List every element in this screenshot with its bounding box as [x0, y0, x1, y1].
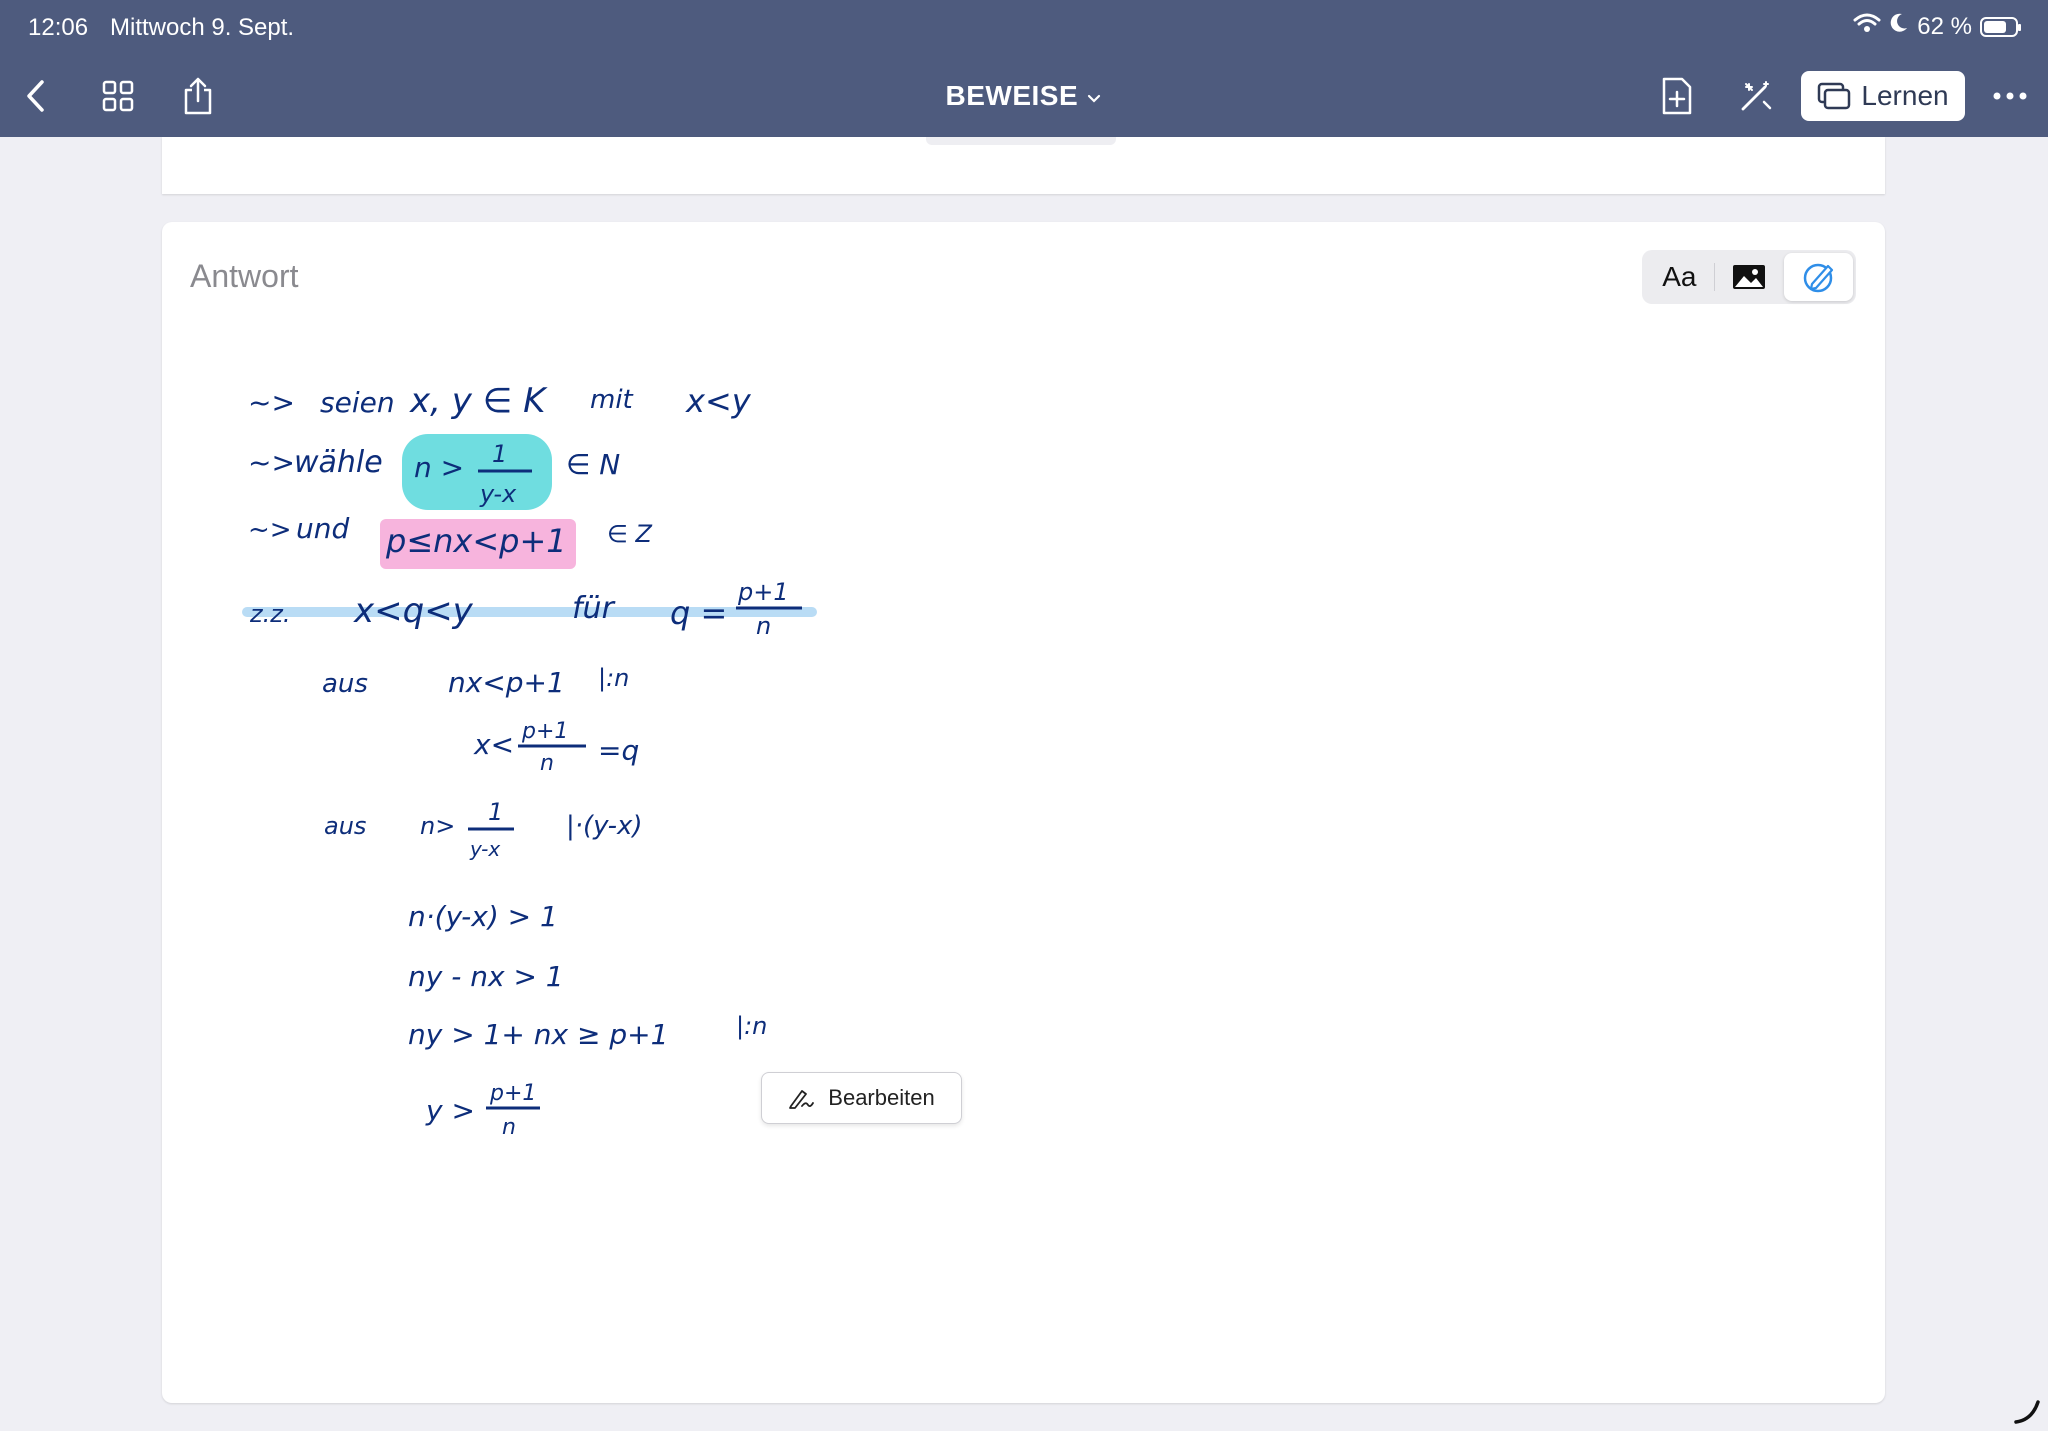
more-button[interactable] — [1990, 76, 2030, 116]
ink-text: p+1 — [737, 578, 789, 606]
lernen-button[interactable]: Lernen — [1801, 71, 1965, 121]
ink-text: q = — [670, 594, 727, 632]
header-bar: 12:06 Mittwoch 9. Sept. 62 % BEWEISE Ler… — [0, 0, 2048, 137]
highlight-blue — [242, 607, 817, 617]
ink-text: z.z. — [249, 600, 290, 628]
status-date: Mittwoch 9. Sept. — [110, 14, 295, 41]
ink-text: 1 — [488, 798, 503, 826]
answer-card: Antwort Aa ~> seien x, y ∈ K mit x<y ~> … — [162, 222, 1885, 1403]
ink-text: n> — [420, 812, 455, 840]
chevron-left-icon — [27, 80, 44, 112]
chevron-down-icon — [1088, 94, 1101, 103]
handwriting-canvas[interactable]: ~> seien x, y ∈ K mit x<y ~> wähle n > 1… — [162, 222, 1885, 1403]
ink-text: ny > 1+ nx ≥ p+1 — [408, 1018, 668, 1051]
grid-icon — [102, 80, 134, 112]
ink-text: für — [572, 591, 616, 626]
ink-text: p≤nx<p+1 — [385, 522, 567, 560]
ink-text: x<q<y — [353, 591, 474, 631]
moon-icon — [1889, 12, 1909, 41]
status-time: 12:06 — [28, 14, 89, 41]
ink-text: |:n — [736, 1012, 767, 1040]
ink-text: ∈ Z — [607, 520, 653, 548]
ink-text: und — [296, 512, 349, 545]
ink-arrow: ~> — [248, 515, 292, 545]
question-card-tab — [926, 137, 1116, 145]
share-button[interactable] — [178, 76, 218, 116]
ink-text: n — [540, 751, 554, 776]
resize-handle-icon[interactable] — [2012, 1396, 2042, 1426]
ink-text: n·(y-x) > 1 — [408, 900, 558, 933]
ink-text: ∈ N — [566, 448, 620, 481]
lernen-label: Lernen — [1861, 80, 1949, 111]
ink-text: seien — [320, 386, 395, 419]
ink-text: aus — [324, 812, 366, 840]
ink-text: n > — [414, 451, 464, 484]
ink-text: 1 — [492, 440, 507, 468]
more-icon — [1993, 92, 2027, 100]
ink-text: nx<p+1 — [448, 666, 565, 699]
ink-text: x, y ∈ K — [409, 381, 548, 421]
status-indicators: 62 % — [1853, 12, 2021, 41]
wifi-icon — [1853, 12, 1881, 41]
battery-icon — [1980, 16, 2021, 37]
ink-text: ny - nx > 1 — [408, 960, 564, 993]
edit-button[interactable]: Bearbeiten — [761, 1072, 962, 1124]
ink-text: aus — [322, 669, 368, 699]
ink-text: p+1 — [489, 1081, 536, 1106]
ink-text: x< — [473, 728, 514, 761]
question-card — [162, 137, 1885, 194]
battery-percent: 62 % — [1917, 12, 1972, 40]
ink-text: p+1 — [521, 719, 568, 744]
ink-arrow: ~> — [248, 386, 295, 419]
grid-view-button[interactable] — [98, 76, 138, 116]
ink-text: |:n — [598, 664, 629, 692]
ink-text: n — [756, 612, 771, 640]
title-dropdown[interactable]: BEWEISE — [946, 80, 1103, 111]
signature-icon — [789, 1090, 815, 1109]
ink-text: n — [502, 1115, 516, 1140]
wand-icon — [1741, 81, 1772, 111]
cards-icon — [1818, 82, 1851, 110]
edit-label: Bearbeiten — [828, 1085, 935, 1110]
back-button[interactable] — [16, 76, 56, 116]
ink-text: |·(y-x) — [566, 811, 643, 841]
ink-arrow: ~> — [248, 446, 295, 479]
magic-wand-button[interactable] — [1736, 76, 1776, 116]
ink-text: =q — [598, 734, 639, 767]
ink-text: wähle — [294, 445, 383, 480]
ink-text: y-x — [479, 480, 517, 508]
ink-text: y-x — [469, 837, 500, 861]
add-page-button[interactable] — [1656, 76, 1696, 116]
share-icon — [184, 77, 212, 115]
ink-text: x<y — [685, 382, 752, 420]
ink-text: mit — [590, 385, 634, 415]
add-page-icon — [1662, 77, 1692, 115]
ink-text: y > — [425, 1094, 475, 1127]
